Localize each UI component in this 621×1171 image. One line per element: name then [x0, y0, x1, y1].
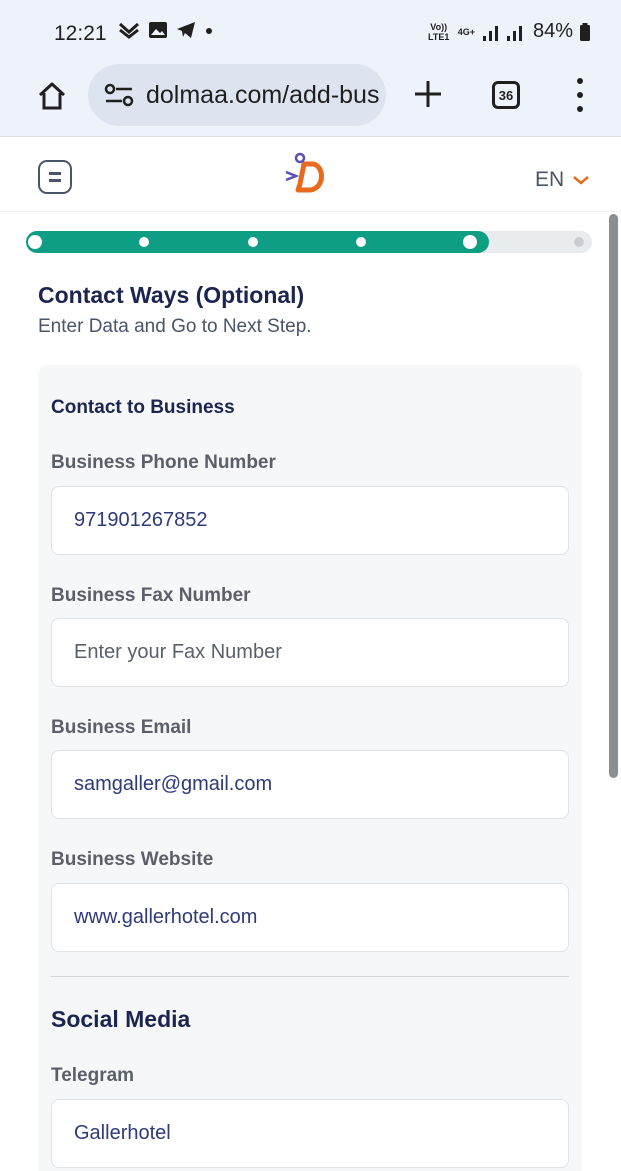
- progress-step-6: [571, 234, 587, 250]
- page-subtitle: Enter Data and Go to Next Step.: [38, 316, 312, 337]
- gallery-icon: [149, 22, 167, 38]
- network-4g-label: 4G+: [457, 26, 475, 37]
- website-label: Business Website: [51, 849, 214, 870]
- menu-icon[interactable]: [38, 160, 72, 194]
- browser-toolbar: dolmaa.com/add-bus 36: [0, 62, 621, 137]
- status-time: 12:21: [54, 22, 107, 45]
- contact-section-heading: Contact to Business: [51, 397, 235, 418]
- more-vert-icon[interactable]: [570, 78, 590, 112]
- telegram-label: Telegram: [51, 1065, 135, 1086]
- chevron-down-icon: [573, 176, 590, 185]
- step-progress-bar: [26, 231, 592, 253]
- fax-label: Business Fax Number: [51, 585, 251, 606]
- status-bar: 12:21 Vo)) LTE1 4G+ 84%: [0, 0, 621, 62]
- home-icon[interactable]: [36, 80, 68, 112]
- plus-icon[interactable]: [410, 76, 446, 112]
- fax-input[interactable]: [51, 618, 569, 687]
- progress-step-1: [28, 235, 42, 249]
- email-input[interactable]: [51, 750, 569, 819]
- main-content: Contact Ways (Optional) Enter Data and G…: [0, 212, 621, 1171]
- tab-count: 36: [498, 87, 514, 103]
- url-text: dolmaa.com/add-bus: [146, 80, 380, 109]
- section-divider: [51, 976, 569, 977]
- language-label: EN: [535, 168, 565, 191]
- status-notification-icons: [118, 21, 214, 39]
- battery-icon: [580, 22, 590, 41]
- email-label: Business Email: [51, 717, 192, 738]
- social-section-heading: Social Media: [51, 1006, 191, 1032]
- network-label: Vo)) LTE1: [428, 21, 450, 42]
- dolmaa-logo[interactable]: [280, 150, 330, 198]
- missed-call-icon: [119, 22, 139, 39]
- telegram-icon: [177, 22, 195, 38]
- progress-step-3: [247, 237, 258, 247]
- page-title: Contact Ways (Optional): [38, 282, 305, 308]
- contact-form-card: Contact to Business Business Phone Numbe…: [38, 365, 582, 1171]
- scrollbar-thumb[interactable]: [609, 214, 618, 778]
- status-system-icons: Vo)) LTE1 4G+ 84%: [426, 20, 591, 43]
- phone-input[interactable]: [51, 486, 569, 555]
- language-selector[interactable]: EN: [535, 168, 590, 192]
- tabs-icon[interactable]: 36: [492, 81, 520, 109]
- signal-icon: [482, 25, 522, 41]
- progress-step-2: [138, 237, 149, 247]
- site-settings-icon[interactable]: [102, 82, 136, 108]
- website-input[interactable]: [51, 883, 569, 952]
- telegram-input[interactable]: [51, 1099, 569, 1168]
- battery-percent: 84%: [532, 20, 573, 42]
- site-header: EN: [0, 138, 621, 212]
- dot-icon: [206, 28, 212, 34]
- phone-label: Business Phone Number: [51, 452, 276, 473]
- address-bar[interactable]: dolmaa.com/add-bus: [88, 64, 386, 126]
